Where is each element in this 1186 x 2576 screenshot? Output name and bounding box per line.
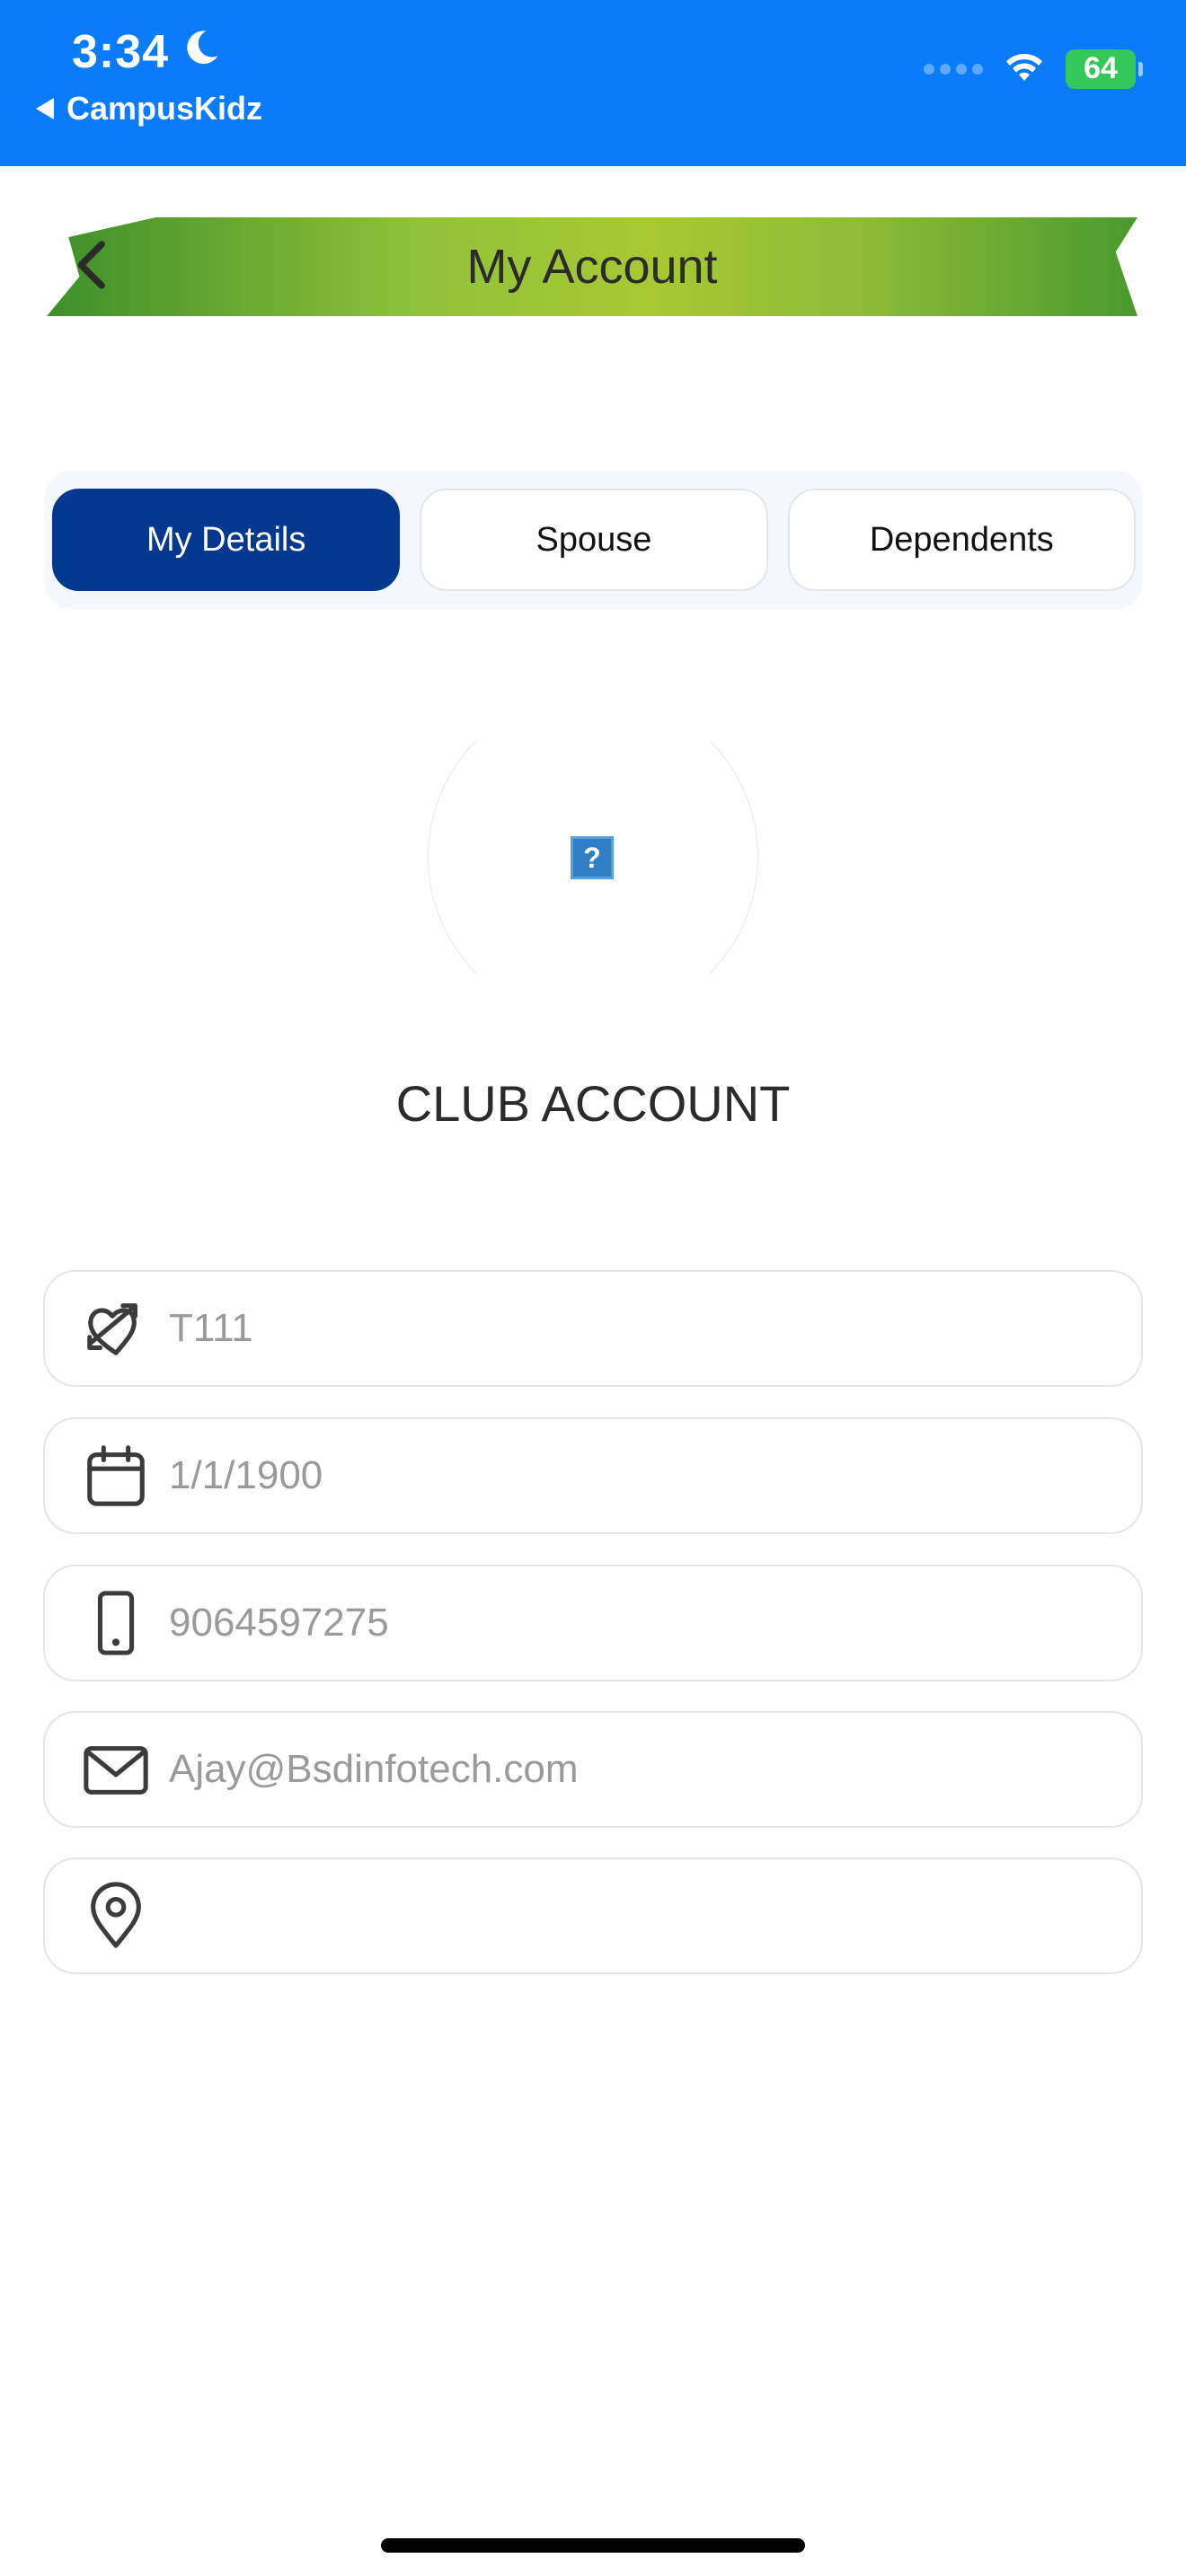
- back-triangle-icon: [36, 98, 54, 119]
- phone-value: 9064597275: [169, 1601, 389, 1645]
- back-to-app-link[interactable]: CampusKidz: [36, 90, 262, 128]
- status-time: 3:34: [72, 25, 221, 79]
- status-indicators: 64: [924, 49, 1143, 89]
- page-title: My Account: [466, 240, 718, 294]
- birthdate-value: 1/1/1900: [169, 1453, 323, 1497]
- profile-avatar[interactable]: ?: [428, 692, 758, 1022]
- member-id-field[interactable]: T111: [43, 1270, 1143, 1387]
- birthdate-field[interactable]: 1/1/1900: [43, 1417, 1143, 1534]
- cupid-heart-icon: [79, 1292, 153, 1365]
- cellular-signal-icon: [924, 63, 983, 75]
- email-field[interactable]: Ajay@Bsdinfotech.com: [43, 1711, 1143, 1828]
- battery-level: 64: [1084, 51, 1118, 85]
- address-field[interactable]: [43, 1857, 1143, 1974]
- phone-field[interactable]: 9064597275: [43, 1565, 1143, 1681]
- status-bar: 3:34 CampusKidz 64: [0, 0, 1186, 166]
- broken-image-icon: ?: [571, 836, 614, 879]
- envelope-icon: [79, 1733, 153, 1806]
- calendar-icon: [79, 1439, 153, 1513]
- page-header: My Account: [47, 217, 1137, 316]
- tab-spouse[interactable]: Spouse: [420, 489, 768, 591]
- battery-charging-icon: 64: [1066, 49, 1143, 89]
- email-value: Ajay@Bsdinfotech.com: [169, 1747, 579, 1791]
- back-app-label: CampusKidz: [66, 90, 263, 127]
- wifi-icon: [1003, 49, 1046, 89]
- section-title: CLUB ACCOUNT: [395, 1075, 791, 1132]
- mobile-phone-icon: [79, 1586, 153, 1660]
- moon-icon: [181, 25, 221, 79]
- tab-dependents[interactable]: Dependents: [787, 489, 1136, 591]
- account-tabs: My Details Spouse Dependents: [45, 471, 1143, 609]
- tab-my-details[interactable]: My Details: [52, 489, 401, 591]
- time-text: 3:34: [72, 26, 170, 78]
- home-indicator[interactable]: [381, 2538, 805, 2553]
- location-pin-icon: [79, 1879, 153, 1953]
- member-id-value: T111: [169, 1306, 253, 1350]
